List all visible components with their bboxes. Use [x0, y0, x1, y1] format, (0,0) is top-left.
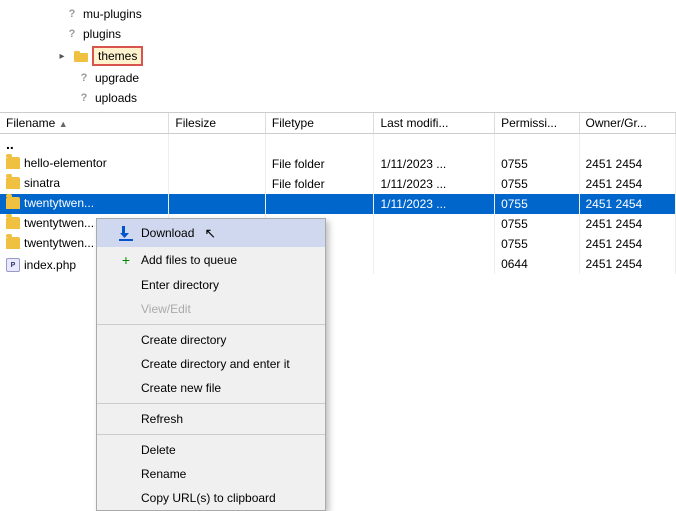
- context-menu-item-label: Refresh: [141, 412, 183, 426]
- cell-owner: 2451 2454: [579, 234, 676, 254]
- dotdot-icon: ..: [6, 136, 14, 152]
- cell-permissions: 0755: [495, 154, 579, 174]
- tree-item-label: plugins: [83, 27, 121, 41]
- tree-item-label: uploads: [95, 91, 137, 105]
- folder-icon: [6, 157, 20, 169]
- cell-filetype: [265, 134, 374, 155]
- cell-modified: 1/11/2023 ...: [374, 194, 495, 214]
- tree-item-uploads[interactable]: ? uploads: [0, 88, 676, 108]
- col-header-filename[interactable]: Filename ▲: [0, 113, 169, 134]
- context-menu-item-label: Copy URL(s) to clipboard: [141, 491, 276, 505]
- context-menu-item-label: Add files to queue: [141, 253, 237, 267]
- php-file-icon: P: [6, 258, 20, 272]
- add-icon: +: [117, 252, 135, 268]
- cell-modified: 1/11/2023 ...: [374, 174, 495, 194]
- context-menu-item-label: Create new file: [141, 381, 221, 395]
- folder-icon: [6, 217, 20, 229]
- context-menu-refresh[interactable]: Refresh: [97, 407, 325, 431]
- folder-icon: [6, 197, 20, 209]
- cell-filesize: [169, 134, 266, 155]
- cell-filetype: [265, 194, 374, 214]
- context-menu-add-files[interactable]: + Add files to queue: [97, 247, 325, 273]
- cell-owner: 2451 2454: [579, 214, 676, 234]
- col-header-filetype[interactable]: Filetype: [265, 113, 374, 134]
- context-menu-create-new-file[interactable]: Create new file: [97, 376, 325, 400]
- table-row[interactable]: ..: [0, 134, 676, 155]
- cell-owner: 2451 2454: [579, 194, 676, 214]
- download-icon: [117, 224, 135, 242]
- sort-arrow-icon: ▲: [59, 119, 68, 129]
- cell-permissions: 0755: [495, 174, 579, 194]
- cell-filetype: File folder: [265, 174, 374, 194]
- question-icon: ?: [64, 26, 80, 42]
- tree-item-label: upgrade: [95, 71, 139, 85]
- cursor-icon: ↖: [204, 225, 216, 242]
- cell-filesize: [169, 194, 266, 214]
- cell-modified: [374, 134, 495, 155]
- table-header-row: Filename ▲ Filesize Filetype Last modifi…: [0, 113, 676, 134]
- context-menu: Download ↖ + Add files to queue Enter di…: [96, 218, 326, 511]
- context-menu-copy-url[interactable]: Copy URL(s) to clipboard: [97, 486, 325, 510]
- context-menu-separator: [97, 434, 325, 435]
- cell-filename: twentytwen...: [0, 194, 169, 214]
- cell-owner: 2451 2454: [579, 154, 676, 174]
- cell-modified: [374, 234, 495, 254]
- cell-owner: 2451 2454: [579, 254, 676, 274]
- cell-filename: hello-elementor: [0, 154, 169, 174]
- tree-item-label: mu-plugins: [83, 7, 142, 21]
- cell-modified: [374, 254, 495, 274]
- cell-modified: [374, 214, 495, 234]
- cell-filesize: [169, 174, 266, 194]
- context-menu-delete[interactable]: Delete: [97, 438, 325, 462]
- context-menu-item-label: Delete: [141, 443, 176, 457]
- context-menu-item-label: Create directory and enter it: [141, 357, 290, 371]
- cell-filename: ..: [0, 134, 169, 155]
- cell-owner: 2451 2454: [579, 174, 676, 194]
- cell-permissions: 0755: [495, 194, 579, 214]
- cell-permissions: [495, 134, 579, 155]
- context-menu-separator: [97, 324, 325, 325]
- tree-item-plugins[interactable]: ? plugins: [0, 24, 676, 44]
- cell-filename: sinatra: [0, 174, 169, 194]
- col-header-modified[interactable]: Last modifi...: [374, 113, 495, 134]
- col-header-permissions[interactable]: Permissi...: [495, 113, 579, 134]
- cell-filesize: [169, 154, 266, 174]
- folder-icon: [73, 48, 89, 64]
- question-icon: ?: [64, 6, 80, 22]
- context-menu-create-directory-enter[interactable]: Create directory and enter it: [97, 352, 325, 376]
- cell-permissions: 0755: [495, 214, 579, 234]
- context-menu-enter-directory[interactable]: Enter directory: [97, 273, 325, 297]
- table-row[interactable]: sinatra File folder 1/11/2023 ... 0755 2…: [0, 174, 676, 194]
- tree-panel: ? mu-plugins ? plugins ▸ themes ? upgrad…: [0, 0, 676, 113]
- question-icon: ?: [76, 70, 92, 86]
- cell-permissions: 0644: [495, 254, 579, 274]
- context-menu-separator: [97, 403, 325, 404]
- context-menu-item-label: Create directory: [141, 333, 226, 347]
- cell-modified: 1/11/2023 ...: [374, 154, 495, 174]
- table-row[interactable]: twentytwen... 1/11/2023 ... 0755 2451 24…: [0, 194, 676, 214]
- cell-permissions: 0755: [495, 234, 579, 254]
- context-menu-item-label: Rename: [141, 467, 186, 481]
- context-menu-item-label: View/Edit: [141, 302, 191, 316]
- context-menu-item-label: Download: [141, 226, 194, 240]
- expand-icon: ▸: [54, 48, 70, 64]
- col-header-owner[interactable]: Owner/Gr...: [579, 113, 676, 134]
- tree-item-themes[interactable]: ▸ themes: [0, 44, 676, 68]
- tree-item-upgrade[interactable]: ? upgrade: [0, 68, 676, 88]
- context-menu-view-edit: View/Edit: [97, 297, 325, 321]
- context-menu-create-directory[interactable]: Create directory: [97, 328, 325, 352]
- context-menu-item-label: Enter directory: [141, 278, 219, 292]
- context-menu-rename[interactable]: Rename: [97, 462, 325, 486]
- context-menu-download[interactable]: Download ↖: [97, 219, 325, 247]
- folder-icon: [6, 237, 20, 249]
- col-header-filesize[interactable]: Filesize: [169, 113, 266, 134]
- tree-item-mu-plugins[interactable]: ? mu-plugins: [0, 4, 676, 24]
- table-row[interactable]: hello-elementor File folder 1/11/2023 ..…: [0, 154, 676, 174]
- cell-owner: [579, 134, 676, 155]
- cell-filetype: File folder: [265, 154, 374, 174]
- folder-icon: [6, 177, 20, 189]
- question-icon: ?: [76, 90, 92, 106]
- themes-label: themes: [92, 46, 143, 66]
